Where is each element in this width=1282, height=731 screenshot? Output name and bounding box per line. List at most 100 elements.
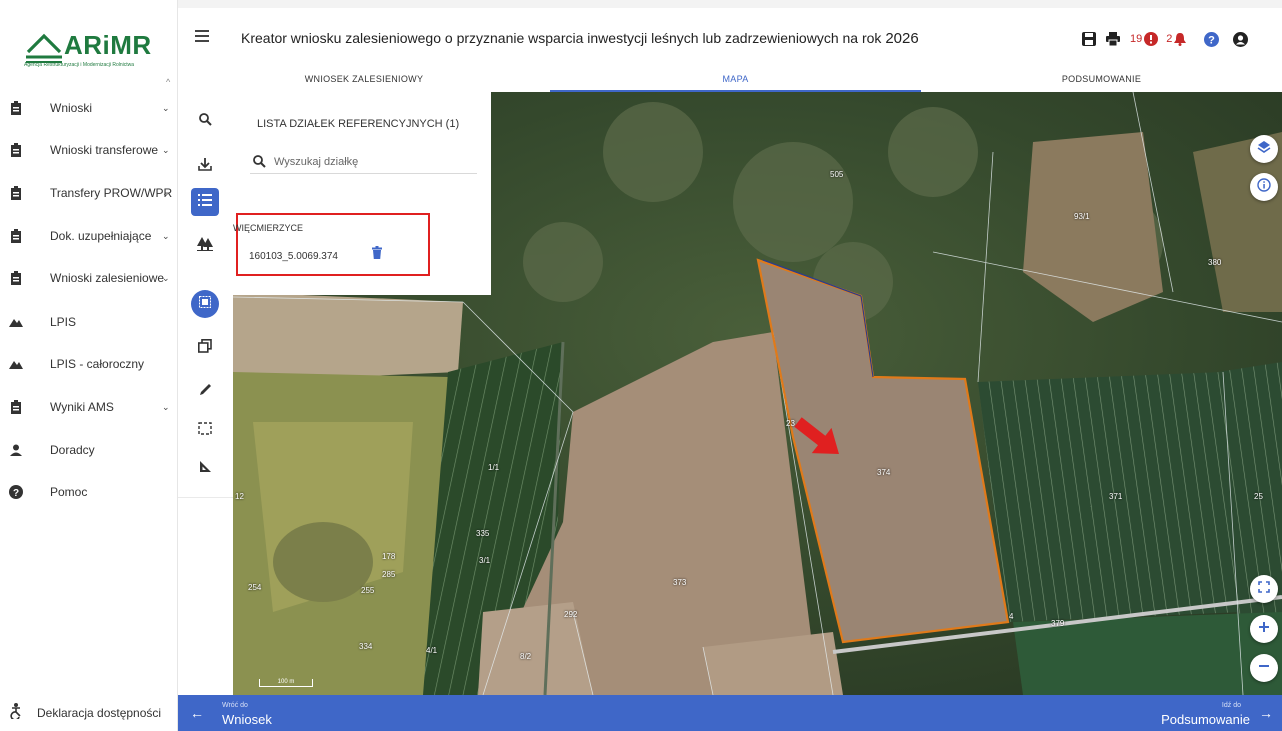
info-button[interactable] bbox=[1250, 173, 1278, 201]
parcel-id[interactable]: 160103_5.0069.374 bbox=[249, 251, 338, 262]
sidebar-item-label: Wyniki AMS bbox=[50, 400, 114, 414]
select-parcel-icon bbox=[199, 295, 211, 313]
sidebar-item-wnioski[interactable]: Wnioski ⌄ bbox=[0, 93, 178, 123]
parcel-label: 371 bbox=[1109, 492, 1123, 501]
sidebar-scroll-up-icon[interactable]: ^ bbox=[166, 77, 170, 87]
sidebar-item-doradcy[interactable]: Doradcy bbox=[0, 435, 178, 465]
menu-icon[interactable] bbox=[195, 30, 209, 42]
parcel-search-input[interactable] bbox=[274, 153, 464, 171]
header-actions: 19 2 ? bbox=[1082, 30, 1249, 48]
clipboard-icon bbox=[9, 229, 23, 243]
chevron-down-icon: ⌄ bbox=[162, 230, 170, 241]
person-icon bbox=[9, 443, 23, 457]
next-button[interactable]: Podsumowanie bbox=[1161, 712, 1250, 727]
parcel-label: 292 bbox=[564, 610, 578, 619]
parcel-label: 12 bbox=[235, 492, 244, 501]
parcel-label: 23 bbox=[786, 419, 795, 428]
save-icon[interactable] bbox=[1082, 31, 1096, 47]
search-icon bbox=[198, 113, 212, 131]
parcel-group-name: WIĘCMIERZYCE bbox=[233, 223, 304, 233]
parcel-label: 380 bbox=[1208, 258, 1222, 267]
forest-icon bbox=[197, 236, 213, 256]
accessibility-declaration-link[interactable]: Deklaracja dostępności bbox=[0, 698, 178, 728]
svg-text:?: ? bbox=[1209, 34, 1216, 46]
sidebar-item-label: LPIS bbox=[50, 315, 77, 329]
zoom-in-button[interactable] bbox=[1250, 615, 1278, 643]
copy-geometry-tool-button[interactable] bbox=[191, 334, 219, 362]
rectangle-tool-button[interactable] bbox=[191, 417, 219, 445]
terrain-icon bbox=[9, 357, 23, 371]
search-icon bbox=[253, 155, 266, 173]
arrow-right-icon[interactable]: → bbox=[1259, 705, 1273, 721]
sidebar-item-wnioski-zalesieniowe[interactable]: Wnioski zalesieniowe ⌄ bbox=[0, 263, 178, 293]
sidebar-item-dok-uzupelniajace[interactable]: Dok. uzupełniające ⌄ bbox=[0, 221, 178, 251]
accessibility-declaration-label: Deklaracja dostępności bbox=[37, 706, 162, 720]
clipboard-icon bbox=[9, 186, 23, 200]
svg-text:?: ? bbox=[13, 488, 19, 499]
chevron-down-icon: ⌄ bbox=[162, 144, 170, 155]
back-hint: Wróć do bbox=[222, 702, 248, 709]
sidebar-item-lpis-caloroczny[interactable]: LPIS - całoroczny bbox=[0, 349, 178, 379]
tab-mapa[interactable]: MAPA bbox=[550, 66, 921, 92]
download-tool-button[interactable] bbox=[191, 152, 219, 180]
delete-parcel-icon[interactable] bbox=[372, 246, 382, 264]
sidebar-item-pomoc[interactable]: ? Pomoc bbox=[0, 477, 178, 507]
forest-tool-button[interactable] bbox=[191, 232, 219, 260]
sidebar-item-wyniki-ams[interactable]: Wyniki AMS ⌄ bbox=[0, 392, 178, 422]
next-hint: Idź do bbox=[1221, 702, 1241, 709]
draw-tool-button[interactable] bbox=[191, 378, 219, 406]
parcel-label: 379 bbox=[1051, 619, 1065, 628]
logo-text: ARiMR bbox=[64, 30, 152, 60]
sidebar-item-label: Transfery PROW/WPR bbox=[50, 186, 173, 200]
arrow-left-icon[interactable]: ← bbox=[190, 705, 204, 721]
header-top-strip bbox=[178, 0, 1282, 8]
header: Kreator wniosku zalesieniowego o przyzna… bbox=[178, 0, 1282, 92]
parcel-label: 178 bbox=[382, 552, 396, 561]
tab-podsumowanie[interactable]: PODSUMOWANIE bbox=[921, 66, 1282, 92]
parcel-search bbox=[250, 150, 477, 174]
chevron-down-icon: ⌄ bbox=[162, 102, 170, 113]
bell-icon[interactable] bbox=[1174, 31, 1187, 47]
tab-wniosek-zalesieniowy[interactable]: WNIOSEK ZALESIENIOWY bbox=[178, 66, 550, 92]
page-title: Kreator wniosku zalesieniowego o przyzna… bbox=[241, 30, 919, 47]
sidebar-item-transfery[interactable]: Transfery PROW/WPR ⌄ bbox=[0, 178, 178, 208]
scale-bar: 100 m bbox=[259, 679, 313, 687]
page-title-text: Kreator wniosku zalesieniowego o przyzna… bbox=[241, 30, 882, 46]
sidebar-item-label: Dok. uzupełniające bbox=[50, 229, 152, 243]
select-parcel-tool-button[interactable] bbox=[191, 290, 219, 318]
error-icon[interactable] bbox=[1144, 31, 1159, 47]
sidebar-item-label: Wnioski transferowe bbox=[50, 143, 159, 157]
measure-tool-button[interactable] bbox=[191, 455, 219, 483]
help-icon[interactable]: ? bbox=[1204, 31, 1220, 47]
minus-icon bbox=[1258, 659, 1270, 677]
plus-icon bbox=[1258, 620, 1270, 638]
parcel-label: 255 bbox=[361, 586, 375, 595]
parcel-label: 4/1 bbox=[426, 646, 438, 655]
list-icon bbox=[198, 193, 212, 211]
account-icon[interactable] bbox=[1233, 31, 1249, 47]
parcel-label: 285 bbox=[382, 570, 396, 579]
measure-angle-icon bbox=[199, 460, 212, 478]
sidebar-item-wnioski-transferowe[interactable]: Wnioski transferowe ⌄ bbox=[0, 135, 178, 165]
parcel-label: 4 bbox=[1009, 612, 1014, 621]
chevron-down-icon: ⌄ bbox=[162, 272, 170, 283]
print-icon[interactable] bbox=[1106, 31, 1120, 47]
download-icon bbox=[198, 157, 212, 176]
parcel-list-tool-button[interactable] bbox=[191, 188, 219, 216]
clipboard-icon bbox=[9, 400, 23, 414]
fullscreen-button[interactable] bbox=[1250, 575, 1278, 603]
sidebar-item-label: Wnioski zalesieniowe bbox=[50, 271, 165, 285]
copy-geometry-icon bbox=[198, 338, 212, 358]
help-icon: ? bbox=[9, 485, 23, 499]
zoom-out-button[interactable] bbox=[1250, 654, 1278, 682]
sidebar-item-lpis[interactable]: LPIS bbox=[0, 307, 178, 337]
layers-button[interactable] bbox=[1250, 135, 1278, 163]
arimr-logo[interactable]: ARiMR Agencja Restrukturyzacji i Moderni… bbox=[24, 26, 154, 72]
logo-subtitle: Agencja Restrukturyzacji i Modernizacji … bbox=[24, 62, 135, 68]
clipboard-icon bbox=[9, 101, 23, 115]
parcel-label: 254 bbox=[248, 583, 262, 592]
parcel-list-panel: LISTA DZIAŁEK REFERENCYJNYCH (1) WIĘCMIE… bbox=[233, 92, 491, 295]
back-button[interactable]: Wniosek bbox=[222, 712, 272, 727]
toolbar-divider bbox=[178, 497, 233, 498]
search-tool-button[interactable] bbox=[191, 108, 219, 136]
